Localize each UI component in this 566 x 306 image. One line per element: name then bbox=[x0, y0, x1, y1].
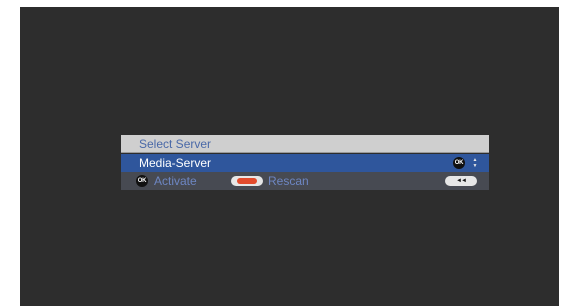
ok-icon[interactable]: OK bbox=[136, 175, 148, 187]
rescan-label: Rescan bbox=[268, 174, 309, 188]
tv-screen: Select Server Media-Server OK ▲ ▼ OK Acti… bbox=[20, 7, 559, 306]
up-down-arrows-icon: ▲ ▼ bbox=[472, 157, 478, 169]
ok-icon: OK bbox=[453, 157, 465, 169]
dialog-title: Select Server bbox=[121, 135, 489, 153]
server-list-item[interactable]: Media-Server OK ▲ ▼ bbox=[121, 154, 489, 172]
activate-label: Activate bbox=[154, 174, 197, 188]
footer-help-bar: OK Activate Rescan ◄◄ bbox=[121, 172, 489, 190]
rewind-back-icon[interactable]: ◄◄ bbox=[445, 176, 477, 186]
select-server-dialog: Select Server Media-Server OK ▲ ▼ OK Acti… bbox=[121, 135, 489, 190]
server-name: Media-Server bbox=[139, 156, 212, 170]
red-button-icon[interactable] bbox=[231, 176, 263, 186]
